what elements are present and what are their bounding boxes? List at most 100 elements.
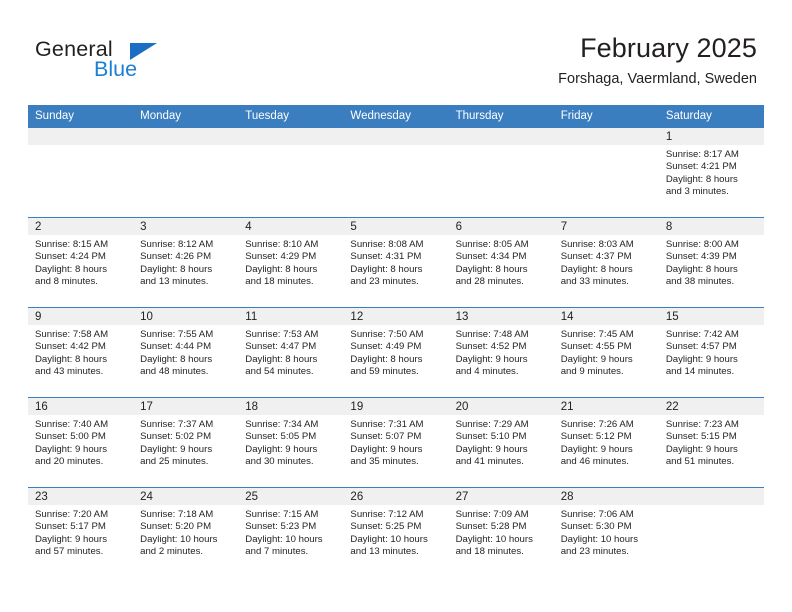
day-number: 23 xyxy=(28,488,134,505)
day-details: Sunrise: 8:10 AM Sunset: 4:29 PM Daylight:… xyxy=(238,235,343,289)
calendar-day-cell[interactable]: 2 Sunrise: 8:15 AM Sunset: 4:24 PM Daylight… xyxy=(28,217,134,308)
calendar-day-cell[interactable]: 26 Sunrise: 7:12 AM Sunset: 5:25 PM Dayligh… xyxy=(343,487,449,578)
day-details: Sunrise: 7:42 AM Sunset: 4:57 PM Daylight:… xyxy=(659,325,764,379)
day-details: Sunrise: 7:53 AM Sunset: 4:47 PM Daylight:… xyxy=(238,325,343,379)
sunset-text: Sunset: 4:39 PM xyxy=(665,251,737,263)
calendar-day-cell[interactable]: 27 Sunrise: 7:09 AM Sunset: 5:28 PM Dayligh… xyxy=(448,487,554,578)
calendar-day-cell[interactable]: 14 Sunrise: 7:45 AM Sunset: 4:55 PM Dayligh… xyxy=(553,307,659,398)
sunrise-text: Sunrise: 7:48 AM xyxy=(455,329,529,340)
calendar-day-cell[interactable]: 16 Sunrise: 7:40 AM Sunset: 5:00 PM Dayligh… xyxy=(28,397,134,488)
calendar-day-cell[interactable]: 12 Sunrise: 7:50 AM Sunset: 4:49 PM Dayligh… xyxy=(343,307,449,398)
day-details: Sunrise: 7:15 AM Sunset: 5:23 PM Daylight:… xyxy=(238,505,343,559)
sunrise-text: Sunrise: 8:03 AM xyxy=(560,239,634,250)
sunset-text: Sunset: 4:52 PM xyxy=(455,341,527,353)
calendar-day-cell[interactable]: 13 Sunrise: 7:48 AM Sunset: 4:52 PM Dayligh… xyxy=(448,307,554,398)
sunrise-text: Sunrise: 7:34 AM xyxy=(245,419,319,430)
weekday-header-row: Sunday Monday Tuesday Wednesday Thursday… xyxy=(28,105,764,128)
day-details: Sunrise: 8:03 AM Sunset: 4:37 PM Daylight:… xyxy=(554,235,659,289)
day-details: Sunrise: 7:09 AM Sunset: 5:28 PM Daylight:… xyxy=(449,505,554,559)
daylight-text-line1: Daylight: 8 hours xyxy=(35,263,107,275)
daylight-text-line2: and 30 minutes. xyxy=(245,456,314,468)
calendar-day-cell[interactable]: 11 Sunrise: 7:53 AM Sunset: 4:47 PM Dayligh… xyxy=(238,307,344,398)
sunset-text: Sunset: 4:37 PM xyxy=(560,251,632,263)
sunrise-text: Sunrise: 8:10 AM xyxy=(245,239,319,250)
day-number: 26 xyxy=(343,488,449,505)
calendar-day-cell[interactable]: 5 Sunrise: 8:08 AM Sunset: 4:31 PM Daylight… xyxy=(343,217,449,308)
calendar-day-cell-empty xyxy=(658,487,764,578)
calendar-day-cell[interactable]: 6 Sunrise: 8:05 AM Sunset: 4:34 PM Daylight… xyxy=(448,217,554,308)
calendar-day-cell[interactable]: 28 Sunrise: 7:06 AM Sunset: 5:30 PM Dayligh… xyxy=(553,487,659,578)
daylight-text-line2: and 14 minutes. xyxy=(665,366,735,378)
day-number: 9 xyxy=(28,308,134,325)
daylight-text-line2: and 7 minutes. xyxy=(245,546,309,558)
sunset-text: Sunset: 4:31 PM xyxy=(350,251,422,263)
daylight-text-line2: and 48 minutes. xyxy=(140,366,209,378)
calendar-day-cell[interactable]: 19 Sunrise: 7:31 AM Sunset: 5:07 PM Dayligh… xyxy=(343,397,449,488)
sunset-text: Sunset: 5:23 PM xyxy=(245,521,317,533)
sunrise-text: Sunrise: 7:29 AM xyxy=(455,419,529,430)
sunrise-text: Sunrise: 7:06 AM xyxy=(560,509,634,520)
day-details: Sunrise: 7:18 AM Sunset: 5:20 PM Daylight:… xyxy=(133,505,238,559)
sunrise-text: Sunrise: 7:42 AM xyxy=(665,329,739,340)
day-number: 18 xyxy=(238,398,344,415)
sunrise-text: Sunrise: 7:26 AM xyxy=(560,419,634,430)
calendar-day-cell[interactable]: 9 Sunrise: 7:58 AM Sunset: 4:42 PM Daylight… xyxy=(28,307,134,398)
calendar-day-cell[interactable]: 7 Sunrise: 8:03 AM Sunset: 4:37 PM Daylight… xyxy=(553,217,659,308)
calendar-day-cell[interactable]: 1 Sunrise: 8:17 AM Sunset: 4:21 PM Daylight… xyxy=(658,127,764,218)
daylight-text-line1: Daylight: 8 hours xyxy=(350,353,423,365)
calendar-day-cell[interactable]: 20 Sunrise: 7:29 AM Sunset: 5:10 PM Dayligh… xyxy=(448,397,554,488)
daylight-text-line2: and 41 minutes. xyxy=(455,456,524,468)
calendar-day-cell[interactable]: 25 Sunrise: 7:15 AM Sunset: 5:23 PM Dayligh… xyxy=(238,487,344,578)
daylight-text-line2: and 59 minutes. xyxy=(350,366,419,378)
daylight-text-line2: and 51 minutes. xyxy=(665,456,735,468)
day-details: Sunrise: 8:15 AM Sunset: 4:24 PM Daylight:… xyxy=(28,235,133,289)
day-number: 19 xyxy=(343,398,449,415)
daylight-text-line1: Daylight: 8 hours xyxy=(350,263,423,275)
day-number: 14 xyxy=(553,308,659,325)
sunrise-text: Sunrise: 7:12 AM xyxy=(350,509,424,520)
day-details: Sunrise: 8:08 AM Sunset: 4:31 PM Daylight:… xyxy=(343,235,448,289)
daylight-text-line1: Daylight: 10 hours xyxy=(455,533,533,545)
calendar-week-row: 23 Sunrise: 7:20 AM Sunset: 5:17 PM Dayligh… xyxy=(28,487,764,578)
day-details: Sunrise: 7:37 AM Sunset: 5:02 PM Daylight:… xyxy=(133,415,238,469)
daylight-text-line2: and 33 minutes. xyxy=(560,276,629,288)
calendar-day-cell[interactable]: 18 Sunrise: 7:34 AM Sunset: 5:05 PM Dayligh… xyxy=(238,397,344,488)
calendar-day-cell[interactable]: 23 Sunrise: 7:20 AM Sunset: 5:17 PM Dayligh… xyxy=(28,487,134,578)
sunset-text: Sunset: 5:02 PM xyxy=(140,431,212,443)
day-number xyxy=(553,128,659,145)
daylight-text-line1: Daylight: 10 hours xyxy=(560,533,639,545)
weekday-header-sunday: Sunday xyxy=(28,105,134,128)
daylight-text-line2: and 54 minutes. xyxy=(245,366,314,378)
day-number: 10 xyxy=(133,308,239,325)
calendar-day-cell[interactable]: 21 Sunrise: 7:26 AM Sunset: 5:12 PM Dayligh… xyxy=(553,397,659,488)
daylight-text-line2: and 9 minutes. xyxy=(560,366,624,378)
calendar-day-cell[interactable]: 4 Sunrise: 8:10 AM Sunset: 4:29 PM Daylight… xyxy=(238,217,344,308)
daylight-text-line2: and 18 minutes. xyxy=(455,546,524,558)
day-number: 5 xyxy=(343,218,449,235)
daylight-text-line1: Daylight: 10 hours xyxy=(350,533,428,545)
daylight-text-line1: Daylight: 8 hours xyxy=(245,263,318,275)
day-details: Sunrise: 7:34 AM Sunset: 5:05 PM Daylight:… xyxy=(238,415,343,469)
calendar-day-cell[interactable]: 24 Sunrise: 7:18 AM Sunset: 5:20 PM Dayligh… xyxy=(133,487,239,578)
calendar-week-row: 2 Sunrise: 8:15 AM Sunset: 4:24 PM Daylight… xyxy=(28,217,764,308)
day-number: 3 xyxy=(133,218,239,235)
calendar-day-cell[interactable]: 15 Sunrise: 7:42 AM Sunset: 4:57 PM Dayligh… xyxy=(658,307,764,398)
daylight-text-line2: and 38 minutes. xyxy=(665,276,735,288)
sunset-text: Sunset: 5:00 PM xyxy=(35,431,106,443)
calendar-day-cell[interactable]: 8 Sunrise: 8:00 AM Sunset: 4:39 PM Daylight… xyxy=(658,217,764,308)
sunrise-text: Sunrise: 7:18 AM xyxy=(140,509,214,520)
brand-logo[interactable]: General Blue xyxy=(35,38,265,88)
day-number: 25 xyxy=(238,488,344,505)
daylight-text-line1: Daylight: 8 hours xyxy=(140,263,213,275)
sunrise-text: Sunrise: 7:50 AM xyxy=(350,329,424,340)
day-details: Sunrise: 8:17 AM Sunset: 4:21 PM Daylight:… xyxy=(659,145,764,199)
sunrise-text: Sunrise: 7:45 AM xyxy=(560,329,634,340)
calendar-day-cell[interactable]: 10 Sunrise: 7:55 AM Sunset: 4:44 PM Dayligh… xyxy=(133,307,239,398)
sunset-text: Sunset: 5:10 PM xyxy=(455,431,527,443)
calendar-day-cell[interactable]: 17 Sunrise: 7:37 AM Sunset: 5:02 PM Dayligh… xyxy=(133,397,239,488)
calendar-day-cell[interactable]: 22 Sunrise: 7:23 AM Sunset: 5:15 PM Dayligh… xyxy=(658,397,764,488)
daylight-text-line1: Daylight: 9 hours xyxy=(140,443,213,455)
calendar-day-cell[interactable]: 3 Sunrise: 8:12 AM Sunset: 4:26 PM Daylight… xyxy=(133,217,239,308)
day-number: 21 xyxy=(553,398,659,415)
weekday-header-friday: Friday xyxy=(553,105,659,128)
